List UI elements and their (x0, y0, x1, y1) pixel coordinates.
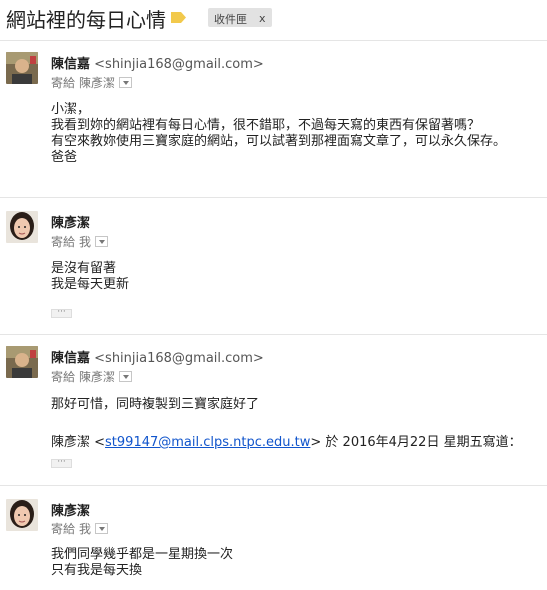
remove-label-icon[interactable]: x (259, 12, 266, 25)
label-tag-icon[interactable] (171, 12, 186, 23)
quote-prefix: 陳彥潔 < (51, 435, 106, 450)
body-line: 我們同學幾乎都是一星期換一次 (51, 547, 234, 562)
show-trimmed-content-button[interactable]: ··· (51, 308, 72, 318)
recipient-line: 寄給 我 (51, 520, 109, 537)
sender-email: <shinjia168@gmail.com> (94, 351, 264, 366)
avatar (6, 499, 38, 531)
sender-line: 陳彥潔 (51, 500, 90, 519)
avatar (6, 346, 38, 378)
avatar (6, 52, 38, 84)
quote-attribution: 陳彥潔 <st99147@mail.clps.ntpc.edu.tw> 於 20… (51, 431, 522, 450)
recipient-label: 寄給 (51, 235, 76, 249)
sender-line: 陳信嘉 <shinjia168@gmail.com> (51, 347, 264, 366)
subject-title: 網站裡的每日心情 (6, 8, 166, 32)
details-dropdown-icon[interactable] (95, 523, 109, 534)
message-1[interactable]: 陳信嘉 <shinjia168@gmail.com> 寄給 陳彥潔 小潔， 我看… (0, 41, 547, 197)
subject-bar: 網站裡的每日心情 收件匣 x (0, 0, 547, 40)
sender-line: 陳彥潔 (51, 212, 90, 231)
inbox-label-text: 收件匣 (214, 12, 247, 26)
message-body: 那好可惜，同時複製到三寶家庭好了 (51, 397, 259, 413)
message-2[interactable]: 陳彥潔 寄給 我 是沒有留著 我是每天更新 ··· (0, 198, 547, 334)
body-line: 只有我是每天換 (51, 563, 143, 578)
quote-email-link[interactable]: st99147@mail.clps.ntpc.edu.tw (105, 435, 310, 450)
body-line: 我是每天更新 (51, 277, 130, 292)
recipient-name: 我 (79, 235, 92, 249)
body-line: 那好可惜，同時複製到三寶家庭好了 (51, 397, 260, 412)
sender-email: <shinjia168@gmail.com> (94, 57, 264, 72)
message-body: 小潔， 我看到妳的網站裡有每日心情，很不錯耶，不過每天寫的東西有保留著嗎？ 有空… (51, 102, 506, 166)
body-line: 有空來教妳使用三寶家庭的網站，可以試著到那裡面寫文章了，可以永久保存。 (51, 134, 507, 149)
body-line: 是沒有留著 (51, 261, 117, 276)
sender-name[interactable]: 陳信嘉 (51, 57, 90, 72)
recipient-line: 寄給 陳彥潔 (51, 368, 133, 385)
message-3[interactable]: 陳信嘉 <shinjia168@gmail.com> 寄給 陳彥潔 那好可惜，同… (0, 335, 547, 485)
message-4[interactable]: 陳彥潔 寄給 我 我們同學幾乎都是一星期換一次 只有我是每天換 (0, 486, 547, 590)
quote-suffix: > 於 2016年4月22日 星期五寫道： (310, 435, 522, 450)
inbox-label-chip[interactable]: 收件匣 x (208, 8, 272, 27)
message-body: 我們同學幾乎都是一星期換一次 只有我是每天換 (51, 547, 233, 579)
message-body: 是沒有留著 我是每天更新 (51, 261, 129, 293)
details-dropdown-icon[interactable] (119, 371, 133, 382)
body-line: 小潔， (51, 102, 91, 117)
recipient-label: 寄給 (51, 522, 76, 536)
sender-name[interactable]: 陳彥潔 (51, 504, 90, 519)
avatar (6, 211, 38, 243)
details-dropdown-icon[interactable] (95, 236, 109, 247)
body-line: 我看到妳的網站裡有每日心情，很不錯耶，不過每天寫的東西有保留著嗎？ (51, 118, 481, 133)
sender-line: 陳信嘉 <shinjia168@gmail.com> (51, 53, 264, 72)
recipient-line: 寄給 陳彥潔 (51, 74, 133, 91)
sender-name[interactable]: 陳信嘉 (51, 351, 90, 366)
recipient-name: 我 (79, 522, 92, 536)
recipient-label: 寄給 (51, 370, 76, 384)
show-trimmed-content-button[interactable]: ··· (51, 458, 72, 468)
recipient-name: 陳彥潔 (79, 370, 116, 384)
recipient-name: 陳彥潔 (79, 76, 116, 90)
body-line: 爸爸 (51, 150, 78, 165)
sender-name[interactable]: 陳彥潔 (51, 216, 90, 231)
recipient-label: 寄給 (51, 76, 76, 90)
details-dropdown-icon[interactable] (119, 77, 133, 88)
recipient-line: 寄給 我 (51, 233, 109, 250)
